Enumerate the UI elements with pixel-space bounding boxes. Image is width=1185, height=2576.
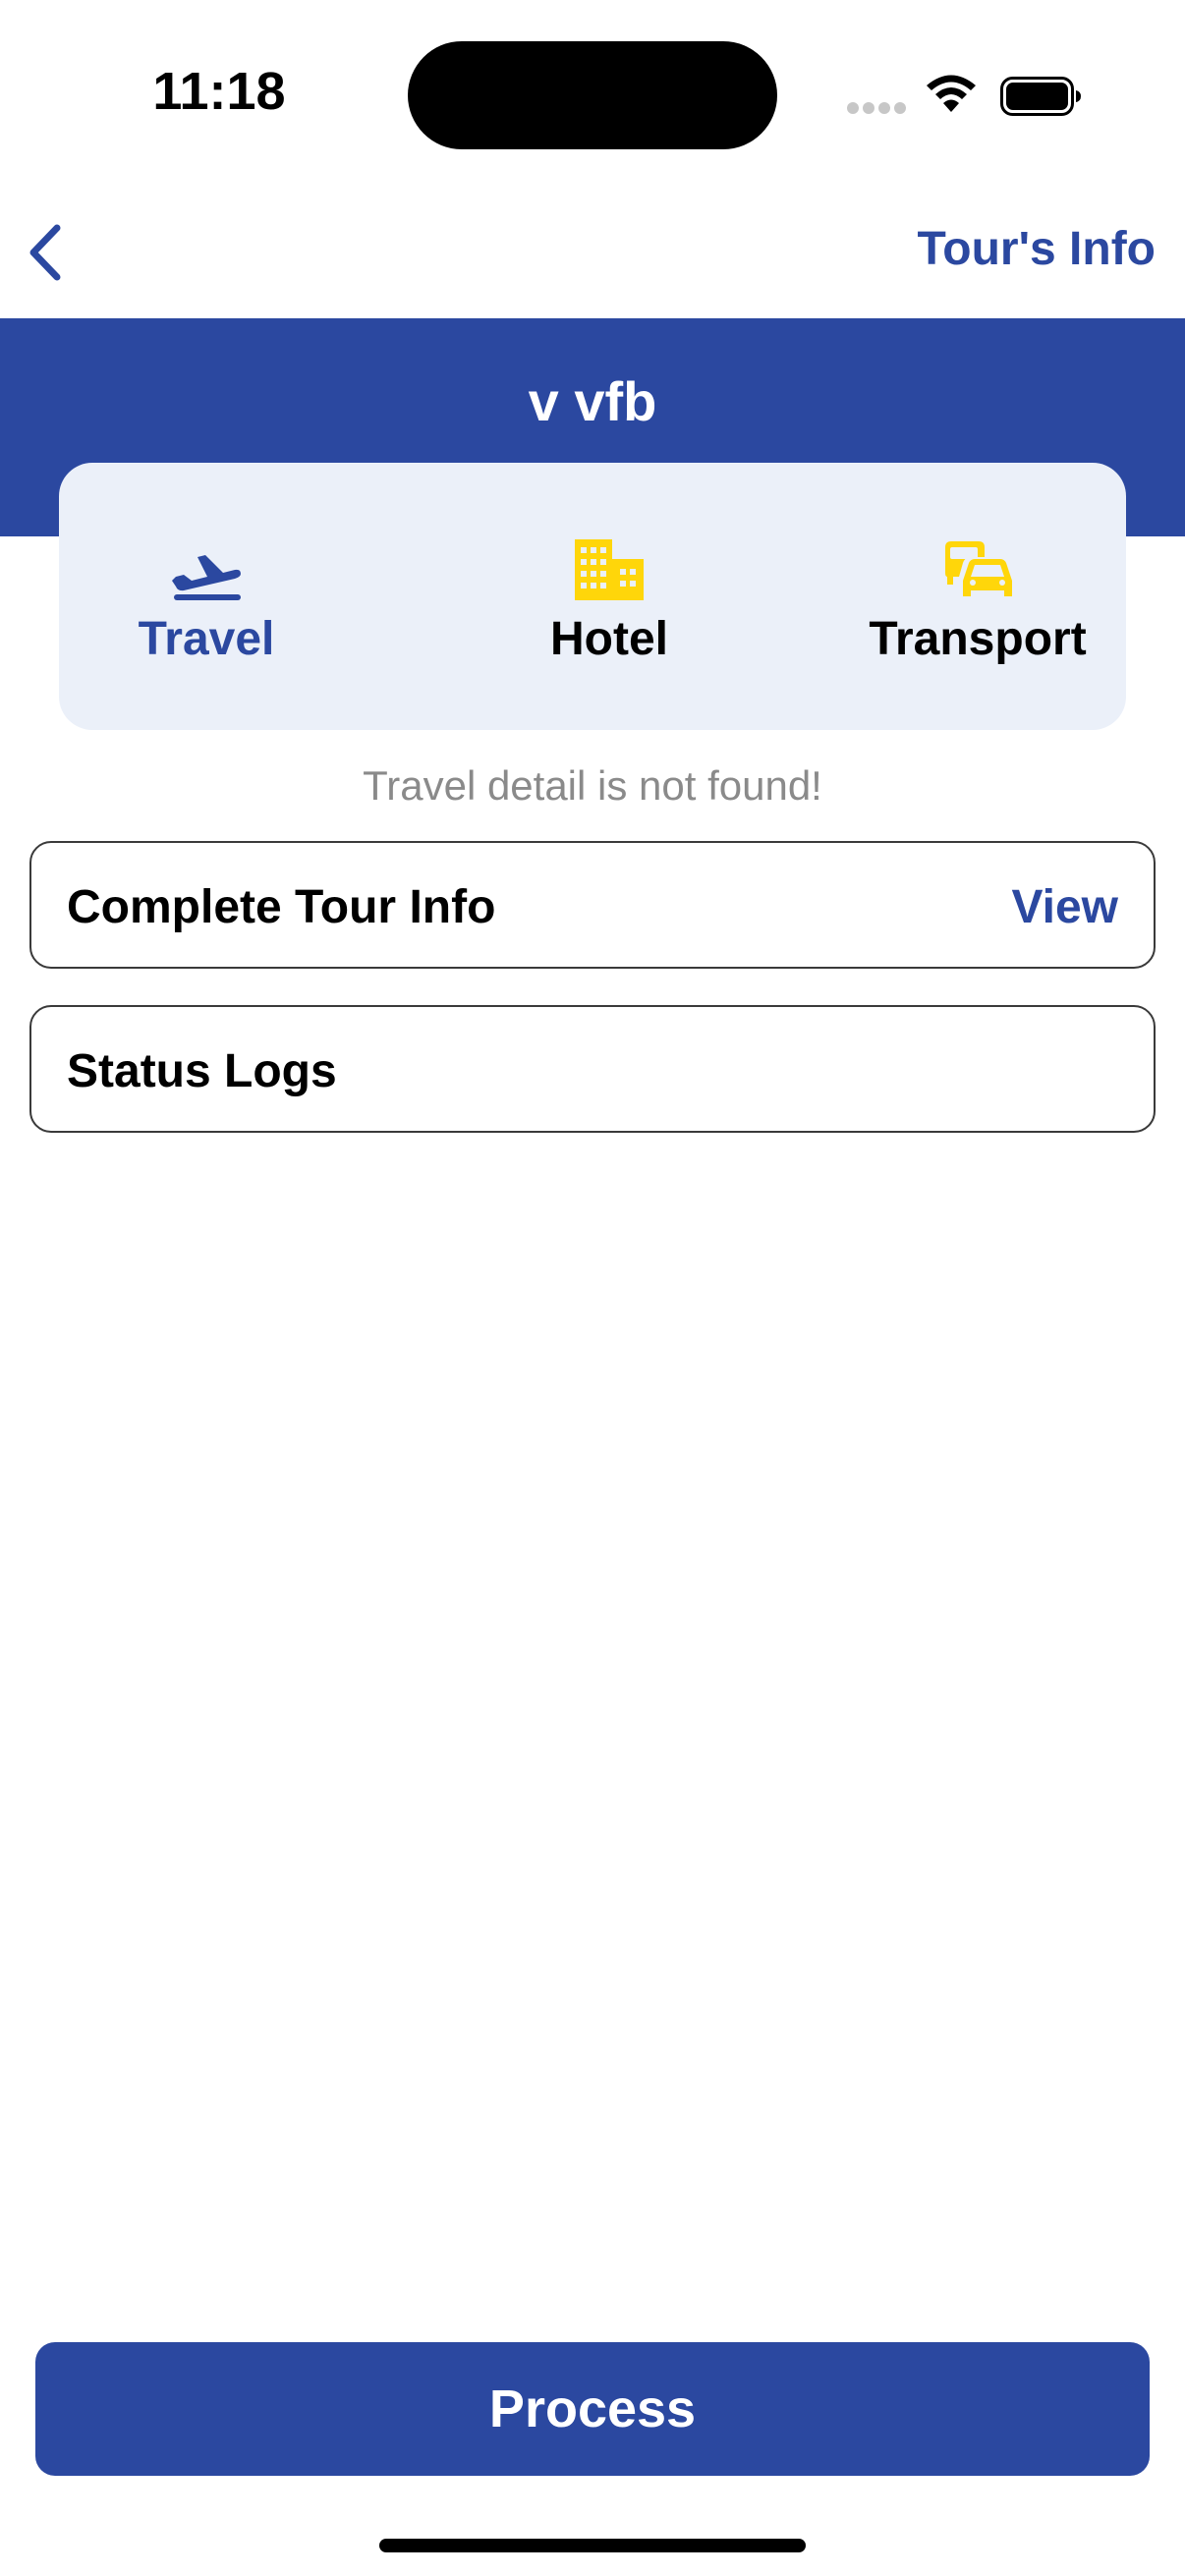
tab-hotel[interactable]: Hotel — [462, 463, 757, 730]
page-title: v vfb — [528, 370, 657, 432]
view-link[interactable]: View — [1011, 880, 1118, 934]
bus-car-icon — [945, 541, 1012, 596]
status-time: 11:18 — [152, 62, 286, 121]
home-indicator — [379, 2539, 806, 2552]
building-icon — [575, 539, 644, 600]
complete-tour-info-row: Complete Tour Info View — [29, 841, 1156, 969]
empty-state-message: Travel detail is not found! — [363, 762, 822, 809]
tours-info-link[interactable]: Tour's Info — [918, 222, 1156, 276]
wifi-icon — [927, 75, 976, 112]
cellular-signal-icon — [847, 102, 908, 116]
chevron-left-icon — [29, 224, 61, 281]
battery-icon — [1000, 77, 1081, 116]
status-logs-row[interactable]: Status Logs — [29, 1005, 1156, 1133]
back-button[interactable] — [22, 218, 71, 287]
dynamic-island — [408, 41, 777, 149]
process-button[interactable]: Process — [35, 2342, 1150, 2476]
tab-hotel-label: Hotel — [550, 613, 668, 665]
tab-travel-label: Travel — [138, 613, 275, 665]
tab-transport-label: Transport — [869, 613, 1087, 665]
status-logs-title: Status Logs — [67, 1045, 337, 1097]
tab-transport[interactable]: Transport — [806, 463, 1150, 730]
airplane-departure-icon — [172, 555, 241, 600]
tab-travel[interactable]: Travel — [128, 463, 285, 730]
category-tabs: Travel Hotel Transport — [59, 463, 1126, 730]
complete-tour-info-title: Complete Tour Info — [67, 881, 496, 933]
